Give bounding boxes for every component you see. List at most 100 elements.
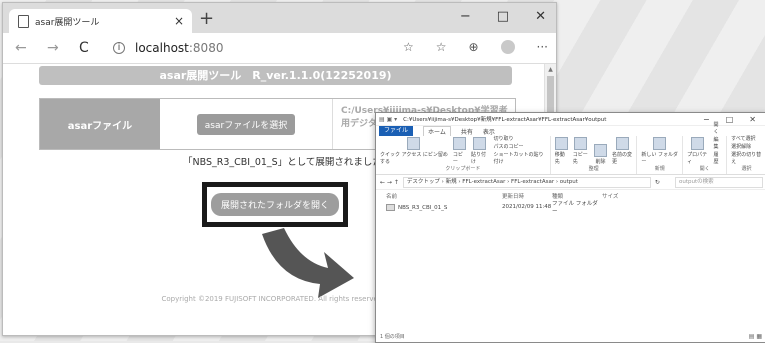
move-label: 移動先 xyxy=(554,152,565,165)
select-none-button[interactable]: 選択解除 xyxy=(731,143,762,150)
delete-icon xyxy=(594,144,608,157)
group-name-clipboard: クリップボード xyxy=(445,166,481,172)
file-explorer-window: ▤ ▣ ▾ C:¥Users¥iijima-s¥Desktop¥新規¥FFL-e… xyxy=(375,112,765,343)
profile-avatar[interactable] xyxy=(500,40,515,54)
rename-icon xyxy=(615,137,629,150)
view-toggle-icon[interactable]: ▤ ▦ xyxy=(749,333,762,340)
more-menu-icon[interactable]: ··· xyxy=(537,40,548,54)
explorer-maximize-button[interactable]: □ xyxy=(726,115,734,124)
open-folder-highlight: 展開されたフォルダを開く xyxy=(202,182,348,227)
scroll-up-icon[interactable]: ▲ xyxy=(545,66,556,73)
open-button[interactable]: 開く xyxy=(713,121,722,135)
select-asar-button[interactable]: asarファイルを選択 xyxy=(196,113,296,135)
quick-access-toolbar-icon[interactable]: ▤ ▣ ▾ xyxy=(379,116,397,123)
open-small-items: 開く 編集 履歴 xyxy=(713,121,722,165)
url-port: :8080 xyxy=(188,41,224,55)
copy-to-button[interactable]: コピー先 xyxy=(573,137,589,165)
file-row[interactable]: NBS_R3_CBI_01_S 2021/02/09 11:48 ファイル フォ… xyxy=(376,201,765,215)
back-icon[interactable]: ← xyxy=(15,40,35,56)
ribbon-group-organize: 移動先 コピー先 削除 名前の変更 整理 xyxy=(551,136,638,174)
app-title: asar展開ツール R_ver.1.1.0(12252019) xyxy=(39,66,512,85)
favorites-icon[interactable]: ☆ xyxy=(436,40,447,54)
tab-close-icon[interactable]: × xyxy=(174,14,184,28)
cut-button[interactable]: 切り取り xyxy=(493,135,545,142)
edit-button[interactable]: 編集 xyxy=(713,136,722,150)
file-type: ファイル フォルダー xyxy=(552,201,598,215)
pointer-arrow-icon xyxy=(262,228,354,298)
select-cell: asarファイルを選択 xyxy=(160,99,333,149)
invert-selection-button[interactable]: 選択の切り替え xyxy=(731,151,762,165)
properties-icon xyxy=(691,137,705,150)
new-tab-button[interactable]: + xyxy=(199,8,214,29)
group-name-organize: 整理 xyxy=(588,166,599,172)
copy-label: コピー xyxy=(452,152,463,165)
new-folder-button[interactable]: 新しい フォルダー xyxy=(641,137,678,165)
explorer-search-input[interactable]: outputの検索 xyxy=(675,176,763,188)
file-date: 2021/02/09 11:48 xyxy=(502,204,552,210)
copy-to-label: コピー先 xyxy=(572,152,588,165)
copy-to-icon xyxy=(574,137,588,150)
minimize-button[interactable]: − xyxy=(460,9,471,24)
column-date[interactable]: 更新日時 xyxy=(502,192,552,200)
paste-button[interactable]: 貼り付け xyxy=(471,137,488,165)
read-aloud-icon[interactable]: ☆ xyxy=(403,40,414,54)
pin-icon xyxy=(407,137,421,150)
move-icon xyxy=(554,137,568,150)
maximize-button[interactable]: □ xyxy=(497,9,509,24)
clipboard-small-items: 切り取り パスのコピー ショートカットの貼り付け xyxy=(493,135,545,165)
delete-label: 削除 xyxy=(595,159,606,165)
column-name[interactable]: 名前 xyxy=(386,192,502,200)
file-name-cell: NBS_R3_CBI_01_S xyxy=(386,203,502,211)
window-controls: − □ ✕ xyxy=(460,9,546,24)
nav-arrows-icon[interactable]: ← → ↑ xyxy=(380,179,399,186)
new-folder-icon xyxy=(653,137,667,150)
ribbon-group-clipboard: クイック アクセス にピン留めする コピー 貼り付け 切り取り パスのコピー シ… xyxy=(376,136,551,174)
tab-title: asar展開ツール xyxy=(35,17,100,28)
rename-button[interactable]: 名前の変更 xyxy=(612,137,632,165)
url-field[interactable]: localhost:8080 xyxy=(135,41,223,55)
folder-icon xyxy=(386,203,395,211)
refresh-icon[interactable]: ↻ xyxy=(655,179,660,186)
delete-button[interactable]: 削除 xyxy=(594,144,608,165)
properties-button[interactable]: プロパティ xyxy=(687,137,708,165)
new-folder-label: 新しい フォルダー xyxy=(641,152,678,165)
status-bar: 1 個の項目 xyxy=(380,334,405,340)
rename-label: 名前の変更 xyxy=(612,152,633,165)
column-size[interactable]: サイズ xyxy=(602,192,642,200)
select-small-items: すべて選択 選択解除 選択の切り替え xyxy=(731,135,762,165)
copy-icon xyxy=(452,137,466,150)
url-host: localhost xyxy=(135,41,189,55)
explorer-breadcrumb[interactable]: デスクトップ › 新規 › FFL-extractAsar › FFL-extr… xyxy=(402,176,651,188)
reload-icon[interactable]: C xyxy=(79,40,99,56)
explorer-title-path: C:¥Users¥iijima-s¥Desktop¥新規¥FFL-extract… xyxy=(403,117,607,123)
copy-button[interactable]: コピー xyxy=(453,137,466,165)
pin-label: クイック アクセス にピン留めする xyxy=(380,152,448,165)
page-icon xyxy=(18,14,29,28)
group-name-select: 選択 xyxy=(741,166,752,172)
paste-icon xyxy=(473,137,487,150)
paste-label: 貼り付け xyxy=(471,152,487,165)
collections-icon[interactable]: ⊕ xyxy=(468,40,478,54)
paste-shortcut-button[interactable]: ショートカットの貼り付け xyxy=(493,151,545,165)
history-button[interactable]: 履歴 xyxy=(713,151,722,165)
open-folder-button[interactable]: 展開されたフォルダを開く xyxy=(210,193,339,216)
browser-tab[interactable]: asar展開ツール × xyxy=(9,9,192,33)
ribbon-group-new: 新しい フォルダー 新規 xyxy=(637,136,684,174)
explorer-close-button[interactable]: ✕ xyxy=(749,115,756,124)
explorer-address-row: ← → ↑ デスクトップ › 新規 › FFL-extractAsar › FF… xyxy=(376,175,765,190)
select-all-button[interactable]: すべて選択 xyxy=(731,135,762,142)
properties-label: プロパティ xyxy=(687,152,708,165)
ribbon-group-open: プロパティ 開く 編集 履歴 開く xyxy=(683,122,728,174)
group-name-new: 新規 xyxy=(654,166,665,172)
result-message: 「NBS_R3_CBI_01_S」として展開されました。 xyxy=(183,157,392,168)
explorer-ribbon: クイック アクセス にピン留めする コピー 貼り付け 切り取り パスのコピー シ… xyxy=(376,122,765,175)
tab-bar: asar展開ツール × + − □ ✕ xyxy=(3,3,556,33)
info-icon[interactable]: i xyxy=(113,42,125,54)
move-to-button[interactable]: 移動先 xyxy=(554,137,568,165)
pin-quick-access-button[interactable]: クイック アクセス にピン留めする xyxy=(380,137,448,165)
close-button[interactable]: ✕ xyxy=(535,9,546,24)
file-name: NBS_R3_CBI_01_S xyxy=(398,204,448,211)
copy-path-button[interactable]: パスのコピー xyxy=(493,143,545,150)
forward-icon[interactable]: → xyxy=(47,40,67,56)
ribbon-group-select: すべて選択 選択解除 選択の切り替え 選択 xyxy=(727,136,765,174)
